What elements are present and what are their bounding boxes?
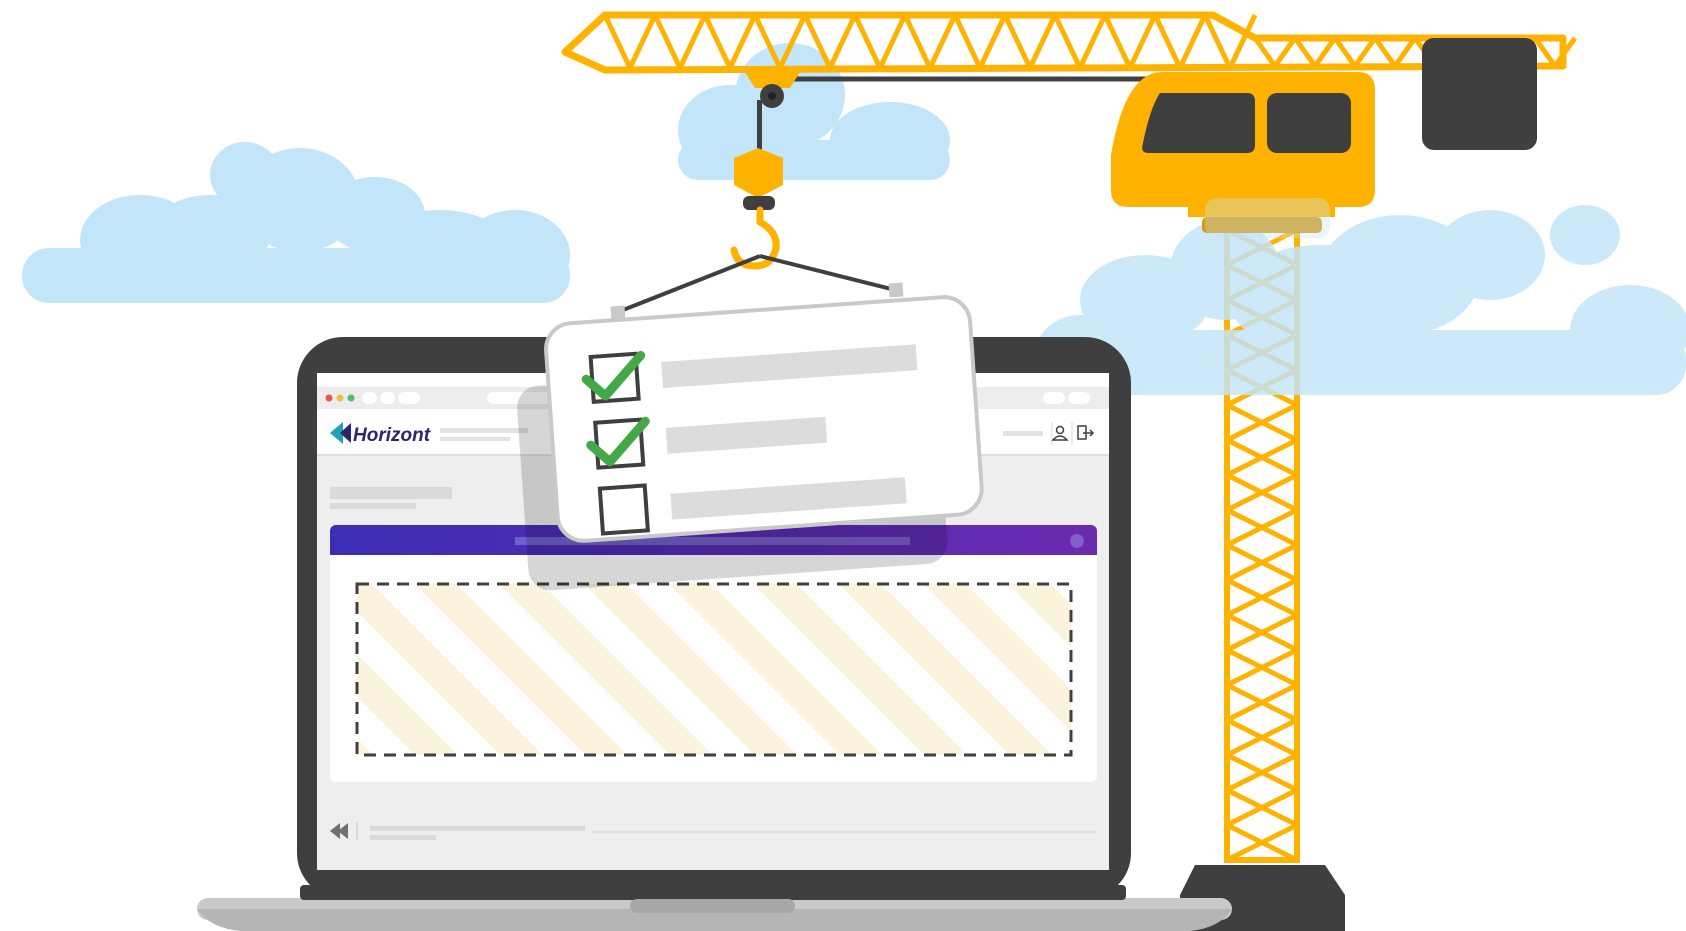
cloud-left: [22, 142, 570, 303]
counterweight: [1422, 38, 1537, 150]
content-placeholder-drop-zone: [355, 582, 1073, 757]
crane-cabin: [1111, 72, 1375, 238]
browser-forward-button[interactable]: [380, 392, 395, 404]
browser-menu-button[interactable]: [1068, 392, 1090, 404]
under-construction-illustration: Horizont: [22, 11, 1686, 931]
browser-reload-button[interactable]: [398, 392, 420, 404]
cloud-right: [1035, 205, 1686, 395]
cloud-top: [678, 43, 950, 180]
checklist-checkbox[interactable]: [597, 483, 650, 536]
window-minimize-button[interactable]: [336, 394, 344, 402]
footer-placeholder-line: [370, 826, 585, 831]
browser-back-button[interactable]: [362, 392, 377, 404]
page-title-placeholder: [330, 487, 452, 499]
page-subtitle-placeholder: [330, 503, 416, 509]
user-name-placeholder: [1003, 431, 1043, 436]
checklist-sign: [517, 295, 984, 591]
browser-extension-button[interactable]: [1043, 392, 1065, 404]
footer-placeholder-line: [370, 835, 436, 840]
window-maximize-button[interactable]: [347, 394, 355, 402]
window-close-button[interactable]: [325, 394, 333, 402]
nav-placeholder-line: [440, 428, 528, 433]
brand-name[interactable]: Horizont: [353, 425, 431, 446]
nav-placeholder-line: [440, 437, 510, 441]
card-header-action-icon[interactable]: [1070, 534, 1084, 548]
